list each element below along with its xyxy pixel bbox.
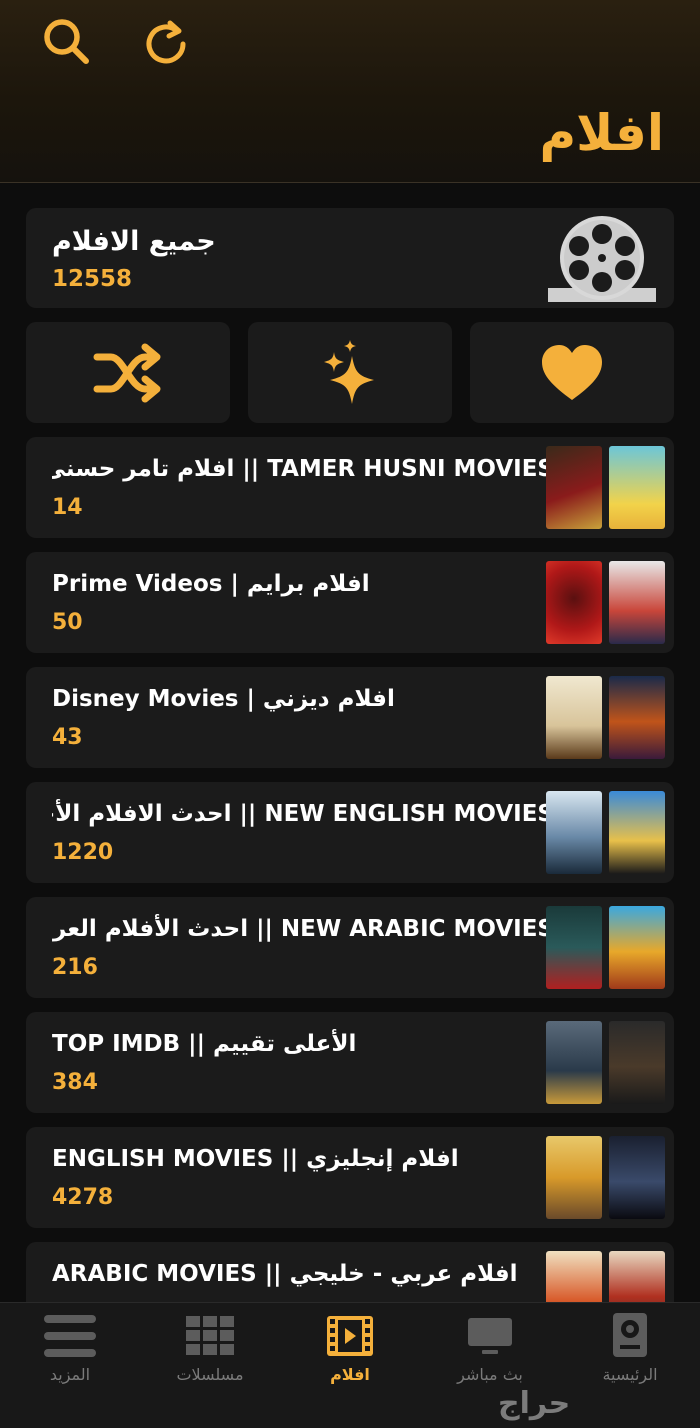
- category-count: 216: [52, 955, 98, 980]
- film-reel-icon: [548, 216, 656, 302]
- category-count: 14: [52, 495, 83, 520]
- category-title: TAMER HUSNI MOVIES || افلام تامر حسنى: [52, 456, 554, 482]
- nav-label: بث مباشر: [457, 1365, 523, 1384]
- category-row[interactable]: Disney Movies | افلام ديزني 43: [26, 667, 674, 768]
- menu-icon: [44, 1315, 96, 1357]
- grid-icon: [186, 1316, 234, 1355]
- poster-thumbnail: [609, 1251, 665, 1302]
- poster-thumbnail: [609, 791, 665, 874]
- poster-thumbnail: [609, 906, 665, 989]
- poster-thumbnail: [546, 446, 602, 529]
- nav-item-series[interactable]: مسلسلات: [150, 1313, 270, 1393]
- poster-thumbnail: [546, 676, 602, 759]
- category-title: TOP IMDB || الأعلى تقييم: [52, 1031, 357, 1057]
- refresh-icon: [146, 20, 186, 64]
- heart-icon: [542, 344, 602, 400]
- poster-thumbnail: [609, 561, 665, 644]
- featured-button[interactable]: [248, 322, 452, 423]
- poster-thumbnail: [609, 446, 665, 529]
- category-row[interactable]: NEW ARABIC MOVIES || احدث الأفلام العربي…: [26, 897, 674, 998]
- category-row[interactable]: Prime Videos | افلام برايم 50: [26, 552, 674, 653]
- home-icon: [613, 1313, 647, 1357]
- search-button[interactable]: [38, 14, 94, 70]
- tv-icon: [468, 1318, 512, 1354]
- category-count: 1220: [52, 840, 114, 865]
- watermark: حراج: [498, 1386, 571, 1421]
- category-count: 4278: [52, 1185, 114, 1210]
- sparkles-icon: [324, 339, 374, 404]
- poster-thumbnail: [546, 906, 602, 989]
- nav-item-movies[interactable]: افلام: [290, 1313, 410, 1393]
- category-title: Prime Videos | افلام برايم: [52, 571, 370, 597]
- search-icon: [44, 19, 89, 64]
- film-icon: [327, 1316, 373, 1356]
- poster-thumbnail: [546, 791, 602, 874]
- category-count: 43: [52, 725, 83, 750]
- category-title: NEW ENGLISH MOVIES || احدث الافلام الأجن…: [52, 801, 554, 827]
- category-row[interactable]: NEW ENGLISH MOVIES || احدث الافلام الأجن…: [26, 782, 674, 883]
- shuffle-button[interactable]: [26, 322, 230, 423]
- app-header: افلام: [0, 0, 700, 183]
- poster-thumbnail: [609, 676, 665, 759]
- nav-item-home[interactable]: الرئيسية: [570, 1313, 690, 1393]
- poster-thumbnail: [546, 1251, 602, 1302]
- category-row[interactable]: TAMER HUSNI MOVIES || افلام تامر حسنى 14: [26, 437, 674, 538]
- shuffle-icon: [93, 343, 161, 402]
- poster-thumbnail: [546, 561, 602, 644]
- category-row[interactable]: ARABIC MOVIES || افلام عربي - خليجي: [26, 1242, 674, 1302]
- nav-label: الرئيسية: [602, 1365, 658, 1384]
- nav-label: افلام: [330, 1365, 370, 1384]
- bottom-navigation: المزيد مسلسلات افلام بث مباشر الرئيسية: [0, 1302, 700, 1428]
- nav-item-more[interactable]: المزيد: [10, 1313, 130, 1393]
- all-movies-count: 12558: [52, 266, 133, 292]
- poster-thumbnail: [609, 1021, 665, 1104]
- poster-thumbnail: [546, 1136, 602, 1219]
- category-title: NEW ARABIC MOVIES || احدث الأفلام العربي…: [52, 916, 554, 942]
- poster-thumbnail: [546, 1021, 602, 1104]
- category-count: 384: [52, 1070, 98, 1095]
- category-count: 50: [52, 610, 83, 635]
- category-row[interactable]: TOP IMDB || الأعلى تقييم 384: [26, 1012, 674, 1113]
- poster-thumbnail: [609, 1136, 665, 1219]
- nav-item-live[interactable]: بث مباشر: [430, 1313, 550, 1393]
- all-movies-title: جميع الافلام: [52, 226, 216, 257]
- nav-label: مسلسلات: [176, 1365, 244, 1384]
- category-title: ARABIC MOVIES || افلام عربي - خليجي: [52, 1261, 518, 1287]
- nav-label: المزيد: [49, 1365, 91, 1384]
- all-movies-card[interactable]: جميع الافلام 12558: [26, 208, 674, 308]
- refresh-button[interactable]: [138, 14, 194, 70]
- favorites-button[interactable]: [470, 322, 674, 423]
- page-title: افلام: [539, 104, 665, 162]
- category-row[interactable]: ENGLISH MOVIES || افلام إنجليزي 4278: [26, 1127, 674, 1228]
- category-title: ENGLISH MOVIES || افلام إنجليزي: [52, 1146, 459, 1172]
- category-title: Disney Movies | افلام ديزني: [52, 686, 395, 712]
